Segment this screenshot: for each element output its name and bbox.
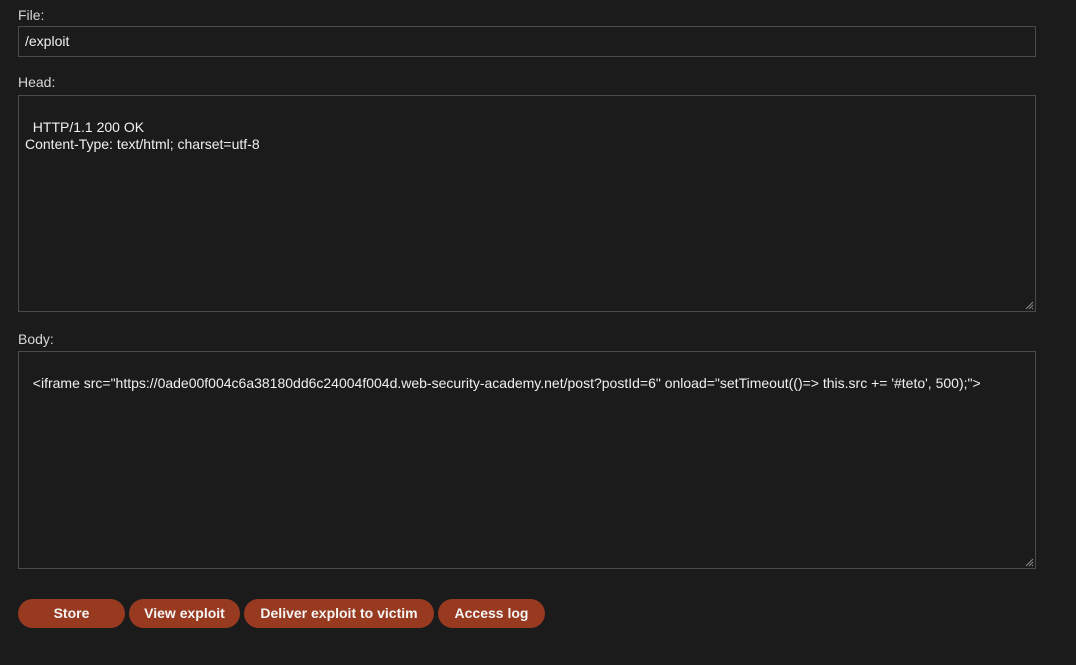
action-buttons: Store View exploit Deliver exploit to vi… xyxy=(18,599,545,628)
head-label: Head: xyxy=(18,74,56,90)
head-text: HTTP/1.1 200 OK Content-Type: text/html;… xyxy=(25,119,260,152)
resize-handle-icon[interactable] xyxy=(1024,300,1034,310)
head-textarea[interactable]: HTTP/1.1 200 OK Content-Type: text/html;… xyxy=(18,95,1036,312)
file-input[interactable]: /exploit xyxy=(18,26,1036,57)
body-label: Body: xyxy=(18,331,54,347)
store-button[interactable]: Store xyxy=(18,599,125,628)
resize-handle-icon[interactable] xyxy=(1024,557,1034,567)
body-text: <iframe src="https://0ade00f004c6a38180d… xyxy=(32,375,981,391)
file-label: File: xyxy=(18,7,45,23)
view-exploit-button[interactable]: View exploit xyxy=(129,599,240,628)
body-textarea[interactable]: <iframe src="https://0ade00f004c6a38180d… xyxy=(18,351,1036,569)
access-log-button[interactable]: Access log xyxy=(438,599,545,628)
deliver-exploit-button[interactable]: Deliver exploit to victim xyxy=(244,599,434,628)
